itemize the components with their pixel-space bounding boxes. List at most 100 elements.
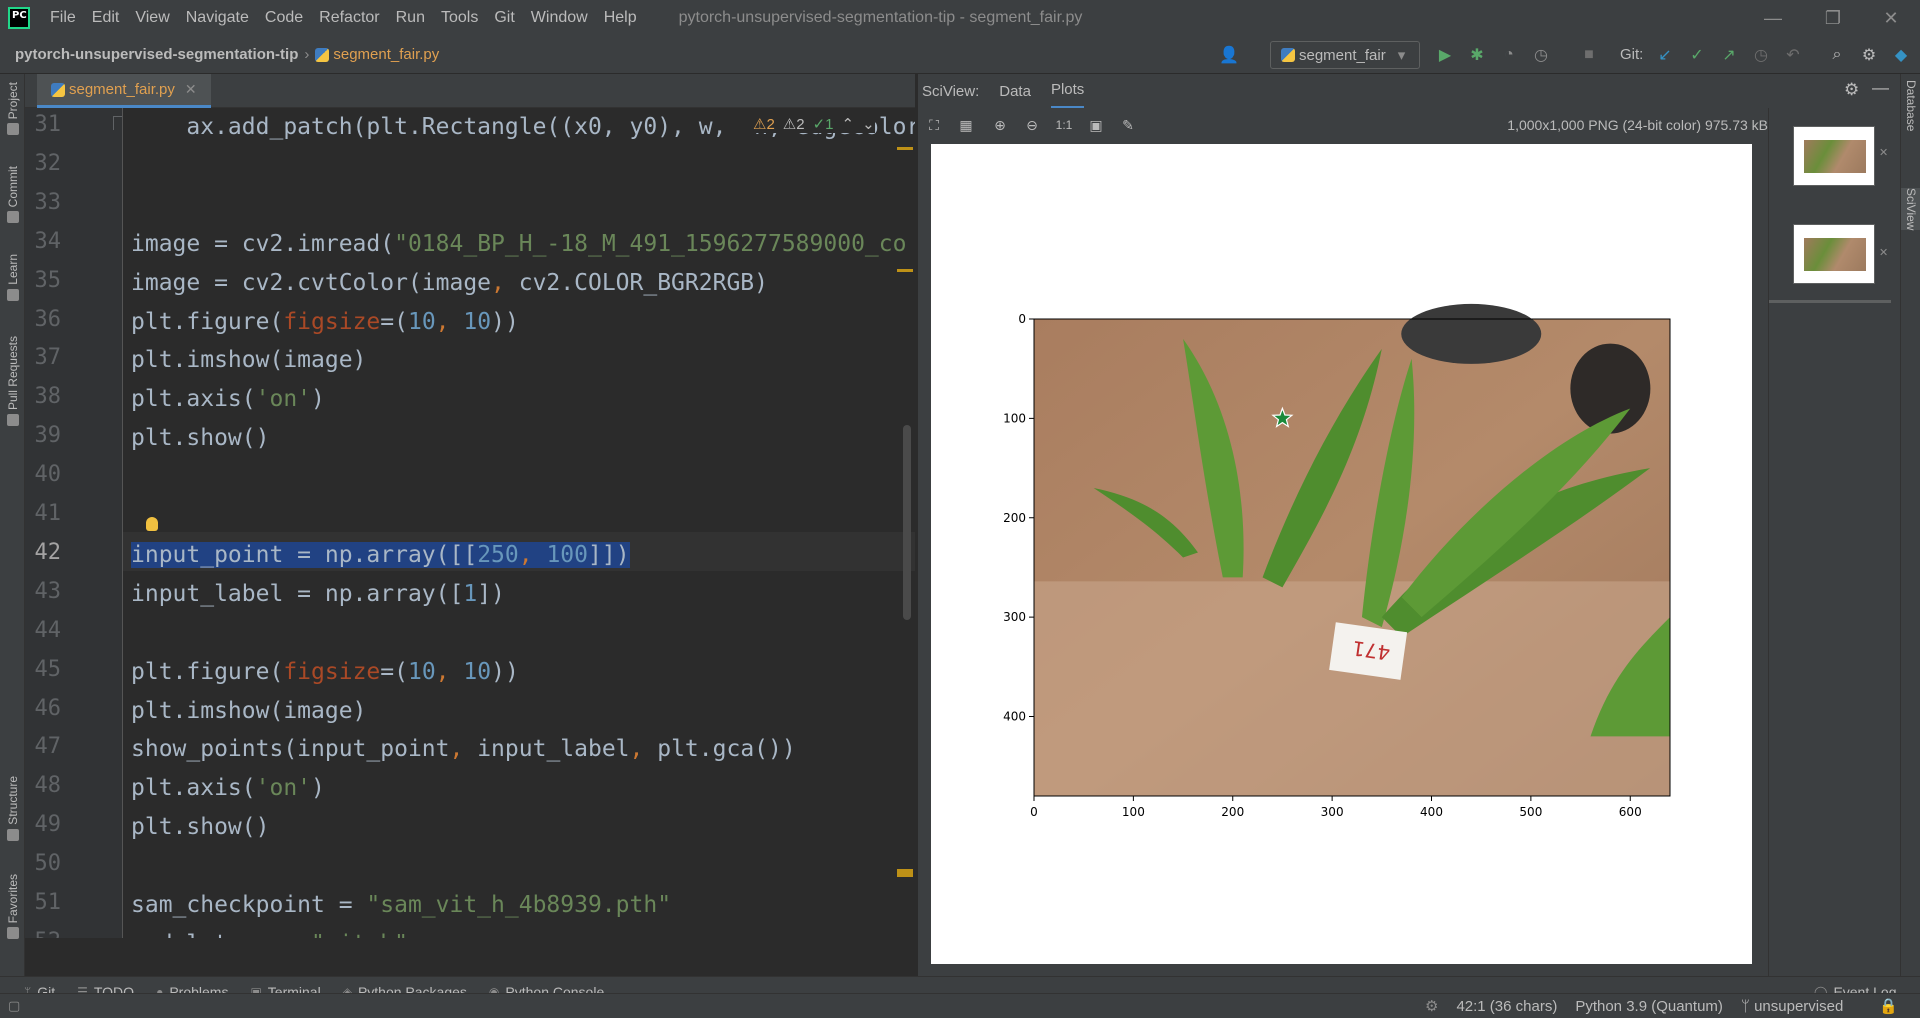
code-line[interactable]: image = cv2.cvtColor(image, cv2.COLOR_BG…	[131, 268, 768, 298]
profile-icon[interactable]: ◷	[1530, 44, 1552, 66]
close-tab-icon[interactable]: ✕	[185, 81, 197, 98]
menu-file[interactable]: File	[42, 9, 84, 27]
tool-project[interactable]: Project	[0, 82, 25, 136]
line-number[interactable]: 46	[25, 696, 62, 721]
ide-features-icon[interactable]: ◆	[1890, 44, 1912, 66]
tool-pull-requests[interactable]: Pull Requests	[0, 336, 25, 427]
run-icon[interactable]: ▶	[1434, 44, 1456, 66]
close-thumbnail-icon[interactable]: ✕	[1879, 246, 1888, 259]
line-number[interactable]: 39	[25, 423, 62, 448]
menu-view[interactable]: View	[127, 9, 177, 27]
restore-button[interactable]: ❐	[1804, 0, 1862, 36]
menu-help[interactable]: Help	[596, 9, 645, 27]
editor-scrollbar[interactable]	[903, 425, 911, 620]
line-number[interactable]: 37	[25, 345, 62, 370]
line-number[interactable]: 32	[25, 151, 62, 176]
fit-to-window-icon[interactable]: ⛶	[924, 116, 944, 134]
line-number[interactable]: 52	[25, 929, 62, 938]
line-number[interactable]: 33	[25, 190, 62, 215]
close-thumbnail-icon[interactable]: ✕	[1879, 146, 1888, 159]
git-rollback-icon[interactable]: ↶	[1782, 44, 1804, 66]
line-number[interactable]: 43	[25, 579, 62, 604]
tool-favorites[interactable]: Favorites	[0, 874, 25, 940]
fold-marker-icon[interactable]	[113, 116, 122, 130]
code-line[interactable]: show_points(input_point, input_label, pl…	[131, 734, 796, 764]
zoom-out-icon[interactable]: ⊖	[1022, 116, 1042, 134]
tool-learn[interactable]: Learn	[0, 254, 25, 301]
tool-sciview[interactable]: SciView	[1901, 188, 1920, 231]
code-line[interactable]: image = cv2.imread("0184_BP_H_-18_M_491_…	[131, 229, 906, 259]
menu-navigate[interactable]: Navigate	[178, 9, 257, 27]
code-line[interactable]: plt.figure(figsize=(10, 10))	[131, 307, 519, 337]
grid-icon[interactable]: ▦	[956, 116, 976, 134]
inspection-widget[interactable]: ⚠2 ⚠2 ✓1 ⌃ ⌄	[745, 115, 875, 133]
line-number[interactable]: 42	[25, 540, 62, 565]
lock-icon[interactable]: 🔒	[1879, 997, 1898, 1015]
tab-segment-fair[interactable]: segment_fair.py ✕	[37, 74, 211, 108]
line-number[interactable]: 51	[25, 890, 62, 915]
plot-thumbnail[interactable]	[1793, 126, 1875, 186]
line-number[interactable]: 48	[25, 773, 62, 798]
next-highlight-icon[interactable]: ⌄	[862, 115, 875, 133]
settings-gear-icon[interactable]: ⚙	[1858, 44, 1880, 66]
error-stripe-marker[interactable]	[897, 147, 913, 150]
line-number[interactable]: 31	[25, 112, 62, 137]
code-line[interactable]: plt.show()	[131, 812, 269, 842]
line-number[interactable]: 35	[25, 268, 62, 293]
python-interpreter[interactable]: Python 3.9 (Quantum)	[1575, 998, 1723, 1015]
code-editor[interactable]: ax.add_patch(plt.Rectangle((x0, y0), w, …	[123, 108, 915, 938]
line-number[interactable]: 47	[25, 734, 62, 759]
run-configuration-select[interactable]: segment_fair ▾	[1270, 41, 1420, 69]
code-line[interactable]: sam_checkpoint = "sam_vit_h_4b8939.pth"	[131, 890, 671, 920]
code-line[interactable]: plt.axis('on')	[131, 384, 325, 414]
menu-run[interactable]: Run	[388, 9, 433, 27]
plot-thumbnail[interactable]	[1793, 224, 1875, 284]
line-number[interactable]: 44	[25, 618, 62, 643]
coverage-icon[interactable]: ◔	[1498, 44, 1520, 66]
code-line[interactable]: input_point = np.array([[250, 100]])	[131, 540, 630, 570]
menu-tools[interactable]: Tools	[433, 9, 486, 27]
code-line[interactable]: plt.imshow(image)	[131, 696, 366, 726]
code-line[interactable]: input_label = np.array([1])	[131, 579, 505, 609]
tool-commit[interactable]: Commit	[0, 166, 25, 224]
git-commit-icon[interactable]: ✓	[1686, 44, 1708, 66]
minimize-button[interactable]: —	[1744, 0, 1802, 36]
color-picker-icon[interactable]: ✎	[1118, 116, 1138, 134]
menu-refactor[interactable]: Refactor	[311, 9, 387, 27]
git-history-icon[interactable]: ◷	[1750, 44, 1772, 66]
code-line[interactable]: model_type = "vit_h"	[131, 929, 408, 938]
line-number[interactable]: 49	[25, 812, 62, 837]
menu-window[interactable]: Window	[523, 9, 596, 27]
caret-position[interactable]: 42:1 (36 chars)	[1456, 998, 1557, 1015]
menu-code[interactable]: Code	[257, 9, 311, 27]
hide-panel-icon[interactable]: —	[1872, 78, 1889, 98]
line-number[interactable]: 41	[25, 501, 62, 526]
user-icon[interactable]: 👤	[1218, 44, 1240, 66]
code-line[interactable]: plt.axis('on')	[131, 773, 325, 803]
zoom-in-icon[interactable]: ⊕	[990, 116, 1010, 134]
toggle-tool-windows-icon[interactable]: ▢	[8, 998, 20, 1014]
previous-highlight-icon[interactable]: ⌃	[842, 115, 855, 133]
sciview-tab-plots[interactable]: Plots	[1050, 73, 1085, 109]
breadcrumb-file[interactable]: segment_fair.py	[333, 46, 439, 63]
line-number[interactable]: 34	[25, 229, 62, 254]
error-stripe-marker[interactable]	[897, 269, 913, 272]
sciview-settings-gear-icon[interactable]: ⚙	[1844, 80, 1859, 100]
git-update-icon[interactable]: ↙	[1654, 44, 1676, 66]
sciview-tab-data[interactable]: Data	[999, 75, 1031, 108]
menu-git[interactable]: Git	[486, 9, 522, 27]
notifications-icon[interactable]: ⚙	[1425, 997, 1438, 1015]
lightbulb-icon[interactable]	[146, 517, 158, 531]
code-line[interactable]: plt.show()	[131, 423, 269, 453]
line-number[interactable]: 40	[25, 462, 62, 487]
code-line[interactable]: plt.figure(figsize=(10, 10))	[131, 657, 519, 687]
line-number[interactable]: 36	[25, 307, 62, 332]
line-number[interactable]: 38	[25, 384, 62, 409]
search-icon[interactable]: ⌕	[1826, 44, 1848, 66]
code-line[interactable]: plt.imshow(image)	[131, 345, 366, 375]
menu-edit[interactable]: Edit	[84, 9, 128, 27]
line-number[interactable]: 50	[25, 851, 62, 876]
error-stripe-marker[interactable]	[897, 869, 913, 877]
close-window-button[interactable]: ✕	[1862, 0, 1920, 36]
git-push-icon[interactable]: ↗	[1718, 44, 1740, 66]
